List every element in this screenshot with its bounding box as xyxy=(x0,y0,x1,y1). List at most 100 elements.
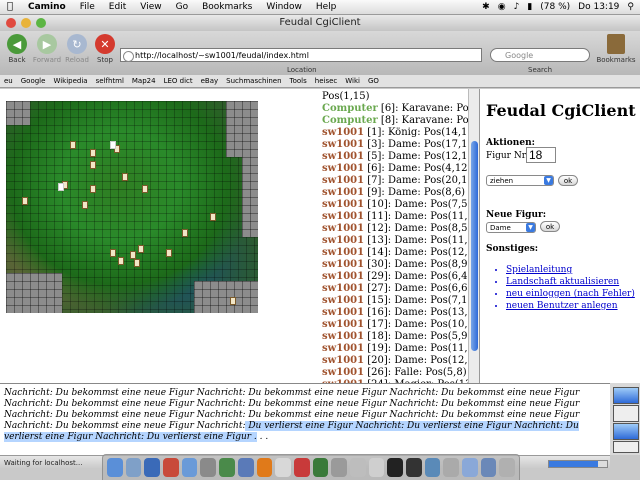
address-book-icon[interactable] xyxy=(163,458,179,477)
map-caravan-icon[interactable] xyxy=(58,183,64,191)
menu-app[interactable]: Camino xyxy=(28,0,66,14)
new-figure-ok-button[interactable]: ok xyxy=(540,221,560,232)
map-figure-icon[interactable] xyxy=(90,161,96,169)
map-figure-icon[interactable] xyxy=(22,197,28,205)
mail-icon[interactable] xyxy=(125,458,142,477)
map-figure-icon[interactable] xyxy=(122,173,128,181)
bookmark-item[interactable]: Wiki xyxy=(345,75,360,87)
window-thumbnail[interactable] xyxy=(613,387,639,404)
utility-icon[interactable] xyxy=(349,458,366,477)
menu-bookmarks[interactable]: Bookmarks xyxy=(202,0,252,14)
app-icon[interactable] xyxy=(368,458,385,477)
scrollbar-thumb[interactable] xyxy=(471,141,478,351)
bookmark-item[interactable]: selfhtml xyxy=(96,75,124,87)
map-figure-icon[interactable] xyxy=(82,201,88,209)
apple-icon[interactable]:  xyxy=(7,0,13,14)
battery-icon[interactable]: ▮ xyxy=(527,0,532,14)
textedit-icon[interactable] xyxy=(275,458,291,477)
finder-icon[interactable] xyxy=(107,458,123,477)
bookmark-item[interactable]: LEO dict xyxy=(164,75,193,87)
map-figure-icon[interactable] xyxy=(142,185,148,193)
terminal-icon[interactable] xyxy=(406,458,422,477)
forward-button[interactable]: ▶ Forward xyxy=(30,31,64,64)
window-thumbnail[interactable] xyxy=(613,423,639,440)
figure-list-item: sw1001 [13]: Dame: Pos(11,15) xyxy=(322,235,470,247)
figure-list: Pos(1,15)Computer [6]: Karavane: Pos(1,9… xyxy=(322,89,470,383)
map-figure-icon[interactable] xyxy=(130,251,136,259)
bookmark-item[interactable]: eu xyxy=(4,75,13,87)
menu-go[interactable]: Go xyxy=(176,0,188,14)
bookmark-item[interactable]: Wikipedia xyxy=(53,75,87,87)
bookmark-item[interactable]: heisec xyxy=(315,75,338,87)
stop-button[interactable]: ✕ Stop xyxy=(88,31,122,64)
system-prefs-icon[interactable] xyxy=(200,458,217,477)
bookmark-item[interactable]: GO xyxy=(368,75,379,87)
action-select[interactable]: ziehen ▼ xyxy=(486,175,554,186)
map-figure-icon[interactable] xyxy=(118,257,124,265)
game-map[interactable] xyxy=(6,101,258,313)
map-figure-icon[interactable] xyxy=(210,213,216,221)
figure-list-item: sw1001 [18]: Dame: Pos(5,9) xyxy=(322,331,470,343)
trash-icon[interactable] xyxy=(499,458,516,477)
bookmarks-button[interactable]: Bookmarks xyxy=(596,31,636,64)
menu-view[interactable]: View xyxy=(140,0,161,14)
back-button[interactable]: ◀ Back xyxy=(0,31,34,64)
safari-icon[interactable] xyxy=(144,458,161,477)
iphoto-icon[interactable] xyxy=(237,458,254,477)
itunes-icon[interactable] xyxy=(219,458,235,477)
bookmark-item[interactable]: eBay xyxy=(201,75,219,87)
ical-icon[interactable] xyxy=(293,458,310,477)
documents-folder-icon[interactable] xyxy=(480,458,497,477)
link-relogin[interactable]: neu einloggen (nach Fehler) xyxy=(506,288,635,300)
search-input[interactable]: Google xyxy=(490,48,590,62)
figure-owner: Computer xyxy=(322,103,378,114)
wifi-icon[interactable]: ◉ xyxy=(498,0,506,14)
bluetooth-icon[interactable]: ✱ xyxy=(482,0,490,14)
action-ok-button[interactable]: ok xyxy=(558,175,578,186)
preview-icon[interactable] xyxy=(331,458,347,477)
map-figure-icon[interactable] xyxy=(134,259,140,267)
bookmark-item[interactable]: Map24 xyxy=(132,75,156,87)
activity-monitor-icon[interactable] xyxy=(312,458,329,477)
map-caravan-icon[interactable] xyxy=(110,141,116,149)
figure-list-scrollbar[interactable] xyxy=(468,89,480,383)
bookmark-item[interactable]: Suchmaschinen xyxy=(226,75,281,87)
figure-nr-input[interactable] xyxy=(526,147,556,163)
new-figure-select[interactable]: Dame ▼ xyxy=(486,222,536,233)
close-window-icon[interactable] xyxy=(6,18,16,28)
message-log[interactable]: Nachricht: Du bekommst eine neue Figur N… xyxy=(0,383,610,456)
map-figure-icon[interactable] xyxy=(90,185,96,193)
figure-list-item: sw1001 [15]: Dame: Pos(7,10) xyxy=(322,295,470,307)
minimize-window-icon[interactable] xyxy=(21,18,31,28)
menu-edit[interactable]: Edit xyxy=(109,0,126,14)
link-refresh-landscape[interactable]: Landschaft aktualisieren xyxy=(506,276,635,288)
link-rules[interactable]: Spielanleitung xyxy=(506,264,635,276)
bookmark-item[interactable]: Tools xyxy=(290,75,307,87)
clock[interactable]: Do 13:19 xyxy=(578,0,619,14)
map-figure-icon[interactable] xyxy=(230,297,236,305)
window-titlebar: Feudal CgiClient xyxy=(0,15,640,31)
map-figure-icon[interactable] xyxy=(110,249,116,257)
applications-folder-icon[interactable] xyxy=(462,458,478,477)
menu-window[interactable]: Window xyxy=(266,0,302,14)
map-figure-icon[interactable] xyxy=(166,249,172,257)
camino-icon[interactable] xyxy=(424,458,441,477)
spotlight-icon[interactable]: ⚲ xyxy=(627,0,634,14)
figure-list-item: sw1001 [7]: Dame: Pos(20,11) xyxy=(322,175,470,187)
x11-icon[interactable] xyxy=(387,458,403,477)
menu-file[interactable]: File xyxy=(80,0,95,14)
window-thumbnail[interactable] xyxy=(613,441,639,453)
ichat-icon[interactable] xyxy=(181,458,198,477)
map-figure-icon[interactable] xyxy=(138,245,144,253)
map-figure-icon[interactable] xyxy=(70,141,76,149)
map-figure-icon[interactable] xyxy=(182,229,188,237)
window-thumbnail[interactable] xyxy=(613,405,639,422)
link-new-user[interactable]: neuen Benutzer anlegen xyxy=(506,300,635,312)
url-field[interactable]: http://localhost/~sw1001/feudal/index.ht… xyxy=(120,48,482,62)
vlc-icon[interactable] xyxy=(256,458,273,477)
menu-help[interactable]: Help xyxy=(316,0,337,14)
bookmark-item[interactable]: Google xyxy=(21,75,46,87)
volume-icon[interactable]: ♪ xyxy=(514,0,520,14)
zoom-window-icon[interactable] xyxy=(36,18,46,28)
map-figure-icon[interactable] xyxy=(90,149,96,157)
